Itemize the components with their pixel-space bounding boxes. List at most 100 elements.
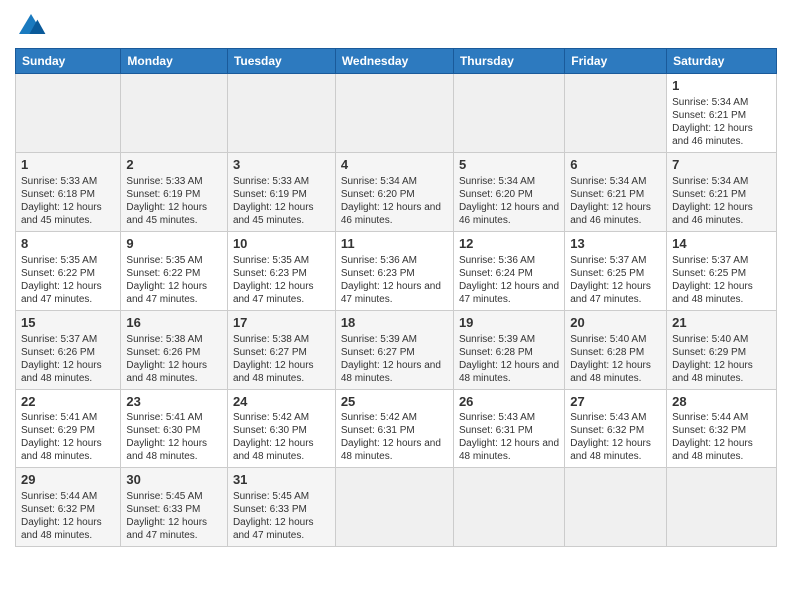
week-row-0: 1Sunrise: 5:34 AMSunset: 6:21 PMDaylight… — [16, 74, 777, 153]
cell-5-5 — [565, 468, 667, 547]
sunrise-label: Sunrise: 5:44 AM — [21, 491, 97, 502]
sunset-label: Sunset: 6:21 PM — [672, 110, 746, 121]
day-number: 2 — [126, 157, 222, 174]
week-row-4: 22Sunrise: 5:41 AMSunset: 6:29 PMDayligh… — [16, 389, 777, 468]
daylight-label: Daylight: 12 hours and 48 minutes. — [126, 360, 207, 384]
cell-4-2: 24Sunrise: 5:42 AMSunset: 6:30 PMDayligh… — [227, 389, 335, 468]
day-number: 29 — [21, 472, 115, 489]
day-number: 21 — [672, 315, 771, 332]
day-number: 18 — [341, 315, 448, 332]
page: SundayMondayTuesdayWednesdayThursdayFrid… — [0, 0, 792, 612]
daylight-label: Daylight: 12 hours and 48 minutes. — [459, 438, 559, 462]
daylight-label: Daylight: 12 hours and 45 minutes. — [233, 202, 314, 226]
day-number: 31 — [233, 472, 330, 489]
sunrise-label: Sunrise: 5:33 AM — [21, 176, 97, 187]
sunset-label: Sunset: 6:31 PM — [459, 425, 533, 436]
sunrise-label: Sunrise: 5:44 AM — [672, 412, 748, 423]
cell-0-4 — [453, 74, 564, 153]
cell-2-3: 11Sunrise: 5:36 AMSunset: 6:23 PMDayligh… — [335, 231, 453, 310]
sunrise-label: Sunrise: 5:37 AM — [21, 334, 97, 345]
cell-1-1: 2Sunrise: 5:33 AMSunset: 6:19 PMDaylight… — [121, 152, 228, 231]
daylight-label: Daylight: 12 hours and 46 minutes. — [570, 202, 651, 226]
calendar-table: SundayMondayTuesdayWednesdayThursdayFrid… — [15, 48, 777, 547]
sunrise-label: Sunrise: 5:41 AM — [21, 412, 97, 423]
day-number: 6 — [570, 157, 661, 174]
sunset-label: Sunset: 6:25 PM — [570, 268, 644, 279]
cell-3-5: 20Sunrise: 5:40 AMSunset: 6:28 PMDayligh… — [565, 310, 667, 389]
sunset-label: Sunset: 6:19 PM — [233, 189, 307, 200]
cell-5-6 — [667, 468, 777, 547]
sunset-label: Sunset: 6:24 PM — [459, 268, 533, 279]
day-number: 12 — [459, 236, 559, 253]
cell-3-0: 15Sunrise: 5:37 AMSunset: 6:26 PMDayligh… — [16, 310, 121, 389]
daylight-label: Daylight: 12 hours and 48 minutes. — [21, 360, 102, 384]
week-row-3: 15Sunrise: 5:37 AMSunset: 6:26 PMDayligh… — [16, 310, 777, 389]
sunset-label: Sunset: 6:27 PM — [233, 347, 307, 358]
week-row-1: 1 Sunrise: 5:33 AM Sunset: 6:18 PM Daylight… — [16, 152, 777, 231]
sunset-label: Sunset: 6:32 PM — [672, 425, 746, 436]
daylight-label: Daylight: 12 hours and 48 minutes. — [459, 360, 559, 384]
col-header-thursday: Thursday — [453, 49, 564, 74]
daylight-label: Daylight: 12 hours and 46 minutes. — [672, 123, 753, 147]
daylight-label: Daylight: 12 hours and 47 minutes. — [341, 281, 441, 305]
cell-3-4: 19Sunrise: 5:39 AMSunset: 6:28 PMDayligh… — [453, 310, 564, 389]
sunrise-label: Sunrise: 5:42 AM — [233, 412, 309, 423]
cell-5-1: 30Sunrise: 5:45 AMSunset: 6:33 PMDayligh… — [121, 468, 228, 547]
sunset-label: Sunset: 6:18 PM — [21, 189, 95, 200]
sunset-label: Sunset: 6:32 PM — [570, 425, 644, 436]
sunrise-label: Sunrise: 5:42 AM — [341, 412, 417, 423]
cell-2-4: 12Sunrise: 5:36 AMSunset: 6:24 PMDayligh… — [453, 231, 564, 310]
day-number: 1 — [21, 157, 115, 174]
sunrise-label: Sunrise: 5:34 AM — [459, 176, 535, 187]
cell-4-4: 26Sunrise: 5:43 AMSunset: 6:31 PMDayligh… — [453, 389, 564, 468]
sunrise-label: Sunrise: 5:37 AM — [570, 255, 646, 266]
daylight-label: Daylight: 12 hours and 48 minutes. — [570, 438, 651, 462]
cell-5-3 — [335, 468, 453, 547]
sunset-label: Sunset: 6:31 PM — [341, 425, 415, 436]
sunset-label: Sunset: 6:21 PM — [672, 189, 746, 200]
sunrise-label: Sunrise: 5:34 AM — [672, 97, 748, 108]
daylight-label: Daylight: 12 hours and 45 minutes. — [126, 202, 207, 226]
sunset-label: Sunset: 6:23 PM — [233, 268, 307, 279]
cell-3-2: 17Sunrise: 5:38 AMSunset: 6:27 PMDayligh… — [227, 310, 335, 389]
cell-2-5: 13Sunrise: 5:37 AMSunset: 6:25 PMDayligh… — [565, 231, 667, 310]
week-row-2: 8Sunrise: 5:35 AMSunset: 6:22 PMDaylight… — [16, 231, 777, 310]
day-number: 4 — [341, 157, 448, 174]
daylight-label: Daylight: 12 hours and 48 minutes. — [672, 438, 753, 462]
col-header-wednesday: Wednesday — [335, 49, 453, 74]
daylight-label: Daylight: 12 hours and 48 minutes. — [672, 360, 753, 384]
sunset-label: Sunset: 6:20 PM — [459, 189, 533, 200]
sunset-label: Sunset: 6:28 PM — [459, 347, 533, 358]
day-number: 7 — [672, 157, 771, 174]
sunset-label: Sunset: 6:33 PM — [126, 504, 200, 515]
sunrise-label: Sunrise: 5:45 AM — [126, 491, 202, 502]
sunrise-label: Sunrise: 5:43 AM — [570, 412, 646, 423]
sunset-label: Sunset: 6:19 PM — [126, 189, 200, 200]
col-header-sunday: Sunday — [16, 49, 121, 74]
sunrise-label: Sunrise: 5:40 AM — [570, 334, 646, 345]
daylight-label: Daylight: 12 hours and 48 minutes. — [341, 438, 441, 462]
sunrise-label: Sunrise: 5:40 AM — [672, 334, 748, 345]
daylight-label: Daylight: 12 hours and 47 minutes. — [459, 281, 559, 305]
day-number: 10 — [233, 236, 330, 253]
day-number: 24 — [233, 394, 330, 411]
cell-2-6: 14Sunrise: 5:37 AMSunset: 6:25 PMDayligh… — [667, 231, 777, 310]
sunset-label: Sunset: 6:26 PM — [126, 347, 200, 358]
cell-1-5: 6Sunrise: 5:34 AMSunset: 6:21 PMDaylight… — [565, 152, 667, 231]
cell-4-5: 27Sunrise: 5:43 AMSunset: 6:32 PMDayligh… — [565, 389, 667, 468]
col-header-saturday: Saturday — [667, 49, 777, 74]
sunrise-label: Sunrise: 5:45 AM — [233, 491, 309, 502]
sunset-label: Sunset: 6:21 PM — [570, 189, 644, 200]
cell-1-3: 4Sunrise: 5:34 AMSunset: 6:20 PMDaylight… — [335, 152, 453, 231]
cell-2-0: 8Sunrise: 5:35 AMSunset: 6:22 PMDaylight… — [16, 231, 121, 310]
day-number: 14 — [672, 236, 771, 253]
cell-2-2: 10Sunrise: 5:35 AMSunset: 6:23 PMDayligh… — [227, 231, 335, 310]
daylight-label: Daylight: 12 hours and 46 minutes. — [459, 202, 559, 226]
sunrise-label: Sunrise: 5:34 AM — [672, 176, 748, 187]
day-number: 13 — [570, 236, 661, 253]
sunset-label: Sunset: 6:29 PM — [672, 347, 746, 358]
sunset-label: Sunset: 6:22 PM — [126, 268, 200, 279]
day-number: 17 — [233, 315, 330, 332]
day-number: 26 — [459, 394, 559, 411]
cell-1-2: 3Sunrise: 5:33 AMSunset: 6:19 PMDaylight… — [227, 152, 335, 231]
